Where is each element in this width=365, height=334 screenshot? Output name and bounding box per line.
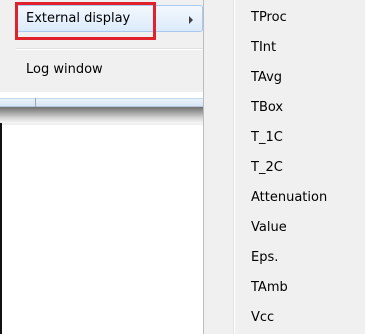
submenu-item-label: T_2C: [251, 160, 283, 175]
menu-item-log-window[interactable]: Log window: [0, 57, 203, 83]
submenu-item-label: TBox: [251, 100, 284, 115]
submenu-item-eps[interactable]: Eps.: [204, 245, 364, 271]
menu-separator: [16, 48, 204, 50]
submenu-item-label: TInt: [251, 40, 277, 55]
submenu-item-label: T_1C: [251, 130, 283, 145]
submenu-item-label: Eps.: [251, 250, 279, 265]
chevron-right-icon: [189, 16, 193, 24]
window-shadow: [0, 107, 205, 123]
submenu-item-tamb[interactable]: TAmb: [204, 275, 364, 301]
submenu-item-label: Vcc: [251, 310, 275, 325]
submenu-item-t-1c[interactable]: T_1C: [204, 125, 364, 151]
submenu-item-attenuation[interactable]: Attenuation: [204, 185, 364, 211]
submenu-item-label: Value: [251, 220, 287, 235]
window-status-strip: [0, 98, 205, 107]
external-display-submenu: TProc TInt TAvg TBox T_1C T_2C Attenuati…: [203, 0, 365, 334]
submenu-item-label: TProc: [251, 10, 287, 25]
window-border: [0, 123, 2, 334]
submenu-item-label: TAvg: [251, 70, 283, 85]
submenu-item-tbox[interactable]: TBox: [204, 95, 364, 121]
submenu-item-label: TAmb: [251, 280, 288, 295]
submenu-item-t-2c[interactable]: T_2C: [204, 155, 364, 181]
submenu-item-value[interactable]: Value: [204, 215, 364, 241]
screenshot-stage: External display Log window TProc TInt T…: [0, 0, 365, 334]
submenu-item-label: Attenuation: [251, 190, 328, 205]
annotation-highlight-box: [15, 2, 156, 40]
submenu-item-tavg[interactable]: TAvg: [204, 65, 364, 91]
status-strip-divider: [35, 98, 36, 107]
submenu-item-tint[interactable]: TInt: [204, 35, 364, 61]
menu-item-label: Log window: [26, 62, 103, 77]
submenu-item-vcc[interactable]: Vcc: [204, 305, 364, 331]
submenu-item-tproc[interactable]: TProc: [204, 5, 364, 31]
